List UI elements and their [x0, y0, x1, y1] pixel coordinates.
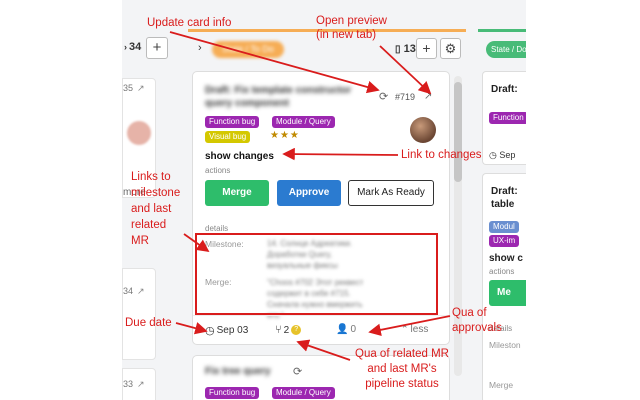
actions-section-label: actions	[489, 267, 515, 276]
gear-icon: ⚙	[444, 41, 457, 56]
merge-label: Merge	[489, 380, 514, 390]
card-title[interactable]: Draft: table	[491, 185, 526, 211]
approvals-icon: 👤	[336, 324, 349, 335]
annotation-qua-related: Qua of related MR and last MR's pipeline…	[355, 348, 449, 390]
label-module: Modul	[489, 221, 519, 233]
label-module-query: Module / Query	[272, 387, 335, 399]
avatar	[127, 121, 151, 145]
label-function-bug: Function bug	[205, 116, 260, 128]
external-link-icon[interactable]: ↗	[424, 91, 432, 102]
priority-stars: ★★★	[270, 130, 300, 141]
scrollbar-thumb[interactable]	[454, 82, 462, 182]
merge-button[interactable]: Me	[489, 280, 526, 306]
clock-icon: ◷	[205, 325, 215, 337]
actions-section-label: actions	[205, 166, 231, 175]
annotation-links-milestone: Links to milestone and last related MR	[131, 171, 181, 247]
column-state-tag: State / To Do	[212, 41, 284, 58]
card-iid: #719	[395, 92, 416, 102]
due-date: ◷ Sep	[489, 150, 516, 160]
annotation-due-date: Due date	[125, 317, 172, 329]
column-state-tag: State / Done	[486, 41, 526, 58]
less-toggle[interactable]: ⌃ less	[401, 324, 428, 335]
label-module-query: Module / Query	[272, 116, 335, 128]
left-card-3-num: 33	[123, 379, 134, 389]
annotation-qua-approvals: Qua of approvals	[452, 307, 502, 334]
mark-as-ready-button[interactable]: Mark As Ready	[348, 180, 434, 206]
card-title[interactable]: Draft: Fix template constructor query co…	[205, 84, 365, 110]
show-changes-link[interactable]: show changes	[205, 151, 274, 162]
column-count: ▯ 13	[395, 43, 416, 55]
show-changes-link[interactable]: show c	[489, 253, 523, 264]
external-link-icon[interactable]: ↗	[137, 83, 145, 94]
right-card-2[interactable]: Draft: table Modul UX-im show c actions …	[482, 173, 526, 400]
card-title[interactable]: Fix tree query	[205, 366, 271, 377]
label-ux: UX-im	[489, 235, 520, 247]
details-section-label: details	[205, 224, 229, 233]
left-card-1-num: 35	[123, 83, 134, 93]
done-column: State / Done Draft: Function ◷ Sep Draft…	[478, 29, 526, 400]
merge-request-icon: ▯	[395, 44, 401, 55]
annotation-open-preview: Open preview (in new tab)	[316, 15, 387, 41]
collapse-chevron-icon[interactable]: ›	[198, 42, 202, 54]
left-card-2-num: 34	[123, 286, 134, 296]
milestone-label: Mileston	[489, 340, 521, 350]
card-title[interactable]: Draft:	[491, 84, 518, 95]
annotation-link-changes: Link to changes	[401, 149, 482, 161]
left-card-2[interactable]: 34 ↗	[122, 268, 156, 360]
pipeline-status-icon[interactable]: ?	[291, 325, 302, 335]
left-column-add-button[interactable]: +	[146, 37, 168, 59]
refresh-icon[interactable]: ⟳	[379, 90, 388, 103]
left-column-header: › 34 +	[122, 36, 172, 60]
label-function-bug: Function bug	[205, 387, 260, 399]
right-card-1[interactable]: Draft: Function ◷ Sep	[482, 71, 526, 165]
external-link-icon[interactable]: ↗	[137, 379, 145, 390]
todo-column: › State / To Do ▯ 13 + ⚙ Draft: Fix temp…	[188, 29, 466, 400]
approvals-count: 👤 0	[336, 324, 357, 335]
merge-button[interactable]: Merge	[205, 180, 269, 206]
due-date: ◷ Sep 03	[205, 325, 249, 337]
annotation-update-card: Update card info	[147, 17, 232, 29]
details-highlight-box	[195, 233, 438, 315]
left-card-3[interactable]: 33 ↗	[122, 368, 156, 400]
approve-button[interactable]: Approve	[277, 180, 341, 206]
label-function: Function	[489, 112, 526, 124]
label-visual-bug: Visual bug	[205, 131, 251, 143]
add-card-button[interactable]: +	[416, 38, 437, 59]
avatar	[410, 117, 436, 143]
column-settings-button[interactable]: ⚙	[440, 38, 461, 59]
left-column-count: › 34	[124, 41, 142, 53]
kanban-board: › 34 + 35 ↗ more 34 ↗ 33 ↗ › State / To D…	[122, 0, 526, 400]
chevron-up-icon: ⌃	[401, 324, 409, 334]
card-footer: ◷ Sep 03 ⑂ 2 ? 👤 0 ⌃ less	[193, 315, 451, 345]
external-link-icon[interactable]: ↗	[137, 286, 145, 297]
branch-icon: ⑂	[275, 324, 282, 336]
refresh-icon[interactable]: ⟳	[293, 365, 302, 378]
related-mr-count[interactable]: ⑂ 2 ?	[275, 324, 302, 336]
